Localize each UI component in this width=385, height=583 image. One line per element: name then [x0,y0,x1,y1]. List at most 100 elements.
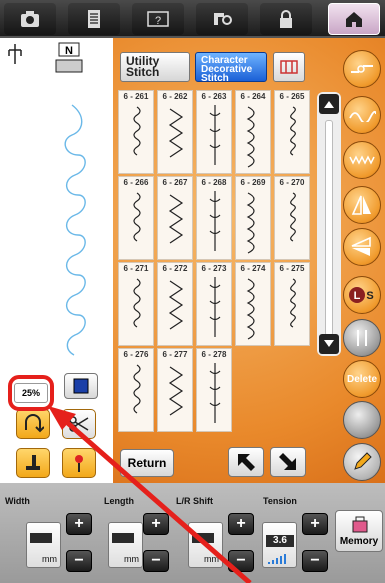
document-tab[interactable] [68,3,120,35]
scroll-up-button[interactable] [319,94,339,114]
move-up-left-button[interactable] [228,447,264,477]
stitch-number: 6 - 270 [279,178,305,187]
stitch-pattern-icon [133,278,141,328]
pattern-elongation-button[interactable] [343,96,381,134]
needle-up-down-icon [25,414,44,433]
tab-utility-stitch[interactable]: Utility Stitch [120,52,190,82]
svg-text:?: ? [155,15,161,27]
camera-tab[interactable] [4,3,56,35]
stitch-cell[interactable]: 6 - 262 [157,90,193,174]
stitch-number: 6 - 264 [240,92,266,101]
tab-character-decorative-stitch[interactable]: Character Decorative Stitch [195,52,267,84]
lr-shift-plus-button[interactable]: + [228,513,254,535]
mirror-horizontal-button[interactable] [343,228,381,266]
stitch-number: 6 - 263 [201,92,227,101]
stitch-cell[interactable]: 6 - 276 [118,348,154,432]
tension-plus-button[interactable]: + [302,513,328,535]
length-label: Length [104,496,134,506]
stitch-cell[interactable]: 6 - 270 [274,176,310,260]
stitch-pattern-icon [209,191,221,251]
stitch-cell[interactable]: 6 - 269 [235,176,271,260]
tension-label: Tension [263,496,297,506]
stitch-pattern-icon [168,108,184,158]
length-plus-button[interactable]: + [143,513,169,535]
delete-button[interactable]: Delete [343,360,381,398]
stitch-cell[interactable]: 6 - 277 [157,348,193,432]
stitch-cell[interactable]: 6 - 267 [157,176,193,260]
stitch-number: 6 - 272 [162,264,188,273]
scroll-down-button[interactable] [319,334,339,354]
stitch-number: 6 - 267 [162,178,188,187]
tension-minus-button[interactable]: − [302,550,328,572]
stitch-number: 6 - 274 [240,264,266,273]
stitch-cell[interactable]: 6 - 278 [196,348,232,432]
zigzag-density-icon [349,155,375,165]
needle-position-button[interactable] [16,409,50,439]
triangle-up-icon [324,101,334,108]
unused-function-button[interactable] [343,401,381,439]
length-value: mm [108,522,143,568]
presser-foot-n-icon: N [55,42,83,73]
lr-shift-label: L/R Shift [176,496,213,506]
stitch-list-button[interactable] [273,52,305,82]
preview-view-button[interactable] [64,373,98,399]
stitch-scrollbar[interactable] [317,92,341,356]
stitch-number: 6 - 268 [201,178,227,187]
pattern-density-button[interactable] [343,141,381,179]
needle-stitch-icon [351,65,373,73]
pivot-button[interactable] [62,448,96,478]
stitch-cell[interactable]: 6 - 263 [196,90,232,174]
home-tab[interactable] [328,3,380,35]
stitch-preview [64,104,86,356]
lr-shift-minus-button[interactable]: − [228,550,254,572]
zoom-level[interactable]: 25% [14,383,48,403]
stitch-cell[interactable]: 6 - 272 [157,262,193,346]
tension-value-box: 3.6 [262,522,297,568]
help-tab[interactable]: ? [132,3,184,35]
stitch-cell[interactable]: 6 - 271 [118,262,154,346]
width-value: mm [26,522,61,568]
sewing-machine-icon [214,13,232,25]
machine-settings-tab[interactable] [196,3,248,35]
return-button[interactable]: Return [120,449,174,477]
stitch-pattern-icon [168,194,184,244]
mirror-vertical-button[interactable] [343,186,381,224]
arrow-up-left-icon [238,454,255,471]
edit-button[interactable] [343,443,381,481]
twin-needle-button[interactable] [343,319,381,357]
stitch-number: 6 - 271 [123,264,149,273]
stitch-cell[interactable]: 6 - 265 [274,90,310,174]
ls-start-button[interactable]: LS [343,276,381,314]
stitch-cell[interactable]: 6 - 273 [196,262,232,346]
stitch-length-tool-button[interactable] [343,50,381,88]
width-label: Width [5,496,30,506]
stitch-cell[interactable]: 6 - 275 [274,262,310,346]
stitch-number: 6 - 262 [162,92,188,101]
move-down-right-button[interactable] [270,447,306,477]
width-minus-button[interactable]: − [66,550,92,572]
width-plus-button[interactable]: + [66,513,92,535]
lock-tab[interactable] [260,3,312,35]
stitch-cell[interactable]: 6 - 264 [235,90,271,174]
stitch-cell[interactable]: 6 - 261 [118,90,154,174]
columns-icon [280,60,298,74]
help-icon: ? [147,11,169,27]
wave-stitch-icon [349,110,376,122]
stitch-pattern-icon [290,192,296,242]
stitch-cell[interactable]: 6 - 268 [196,176,232,260]
stitch-number: 6 - 265 [279,92,305,101]
memory-button[interactable]: Memory [335,510,383,552]
triangle-down-icon [324,340,334,347]
length-minus-button[interactable]: − [143,550,169,572]
stitch-cell[interactable]: 6 - 274 [235,262,271,346]
stitch-number: 6 - 275 [279,264,305,273]
stitch-pattern-icon [246,106,255,168]
memory-icon [352,516,368,533]
scroll-thumb[interactable] [325,120,333,336]
stitch-cell[interactable]: 6 - 266 [118,176,154,260]
presser-foot-button[interactable] [16,448,50,478]
twin-needle-icon [357,330,367,346]
thread-cutter-button[interactable] [62,409,96,439]
arrow-down-right-icon [279,453,296,470]
stitch-pattern-icon [168,280,184,330]
